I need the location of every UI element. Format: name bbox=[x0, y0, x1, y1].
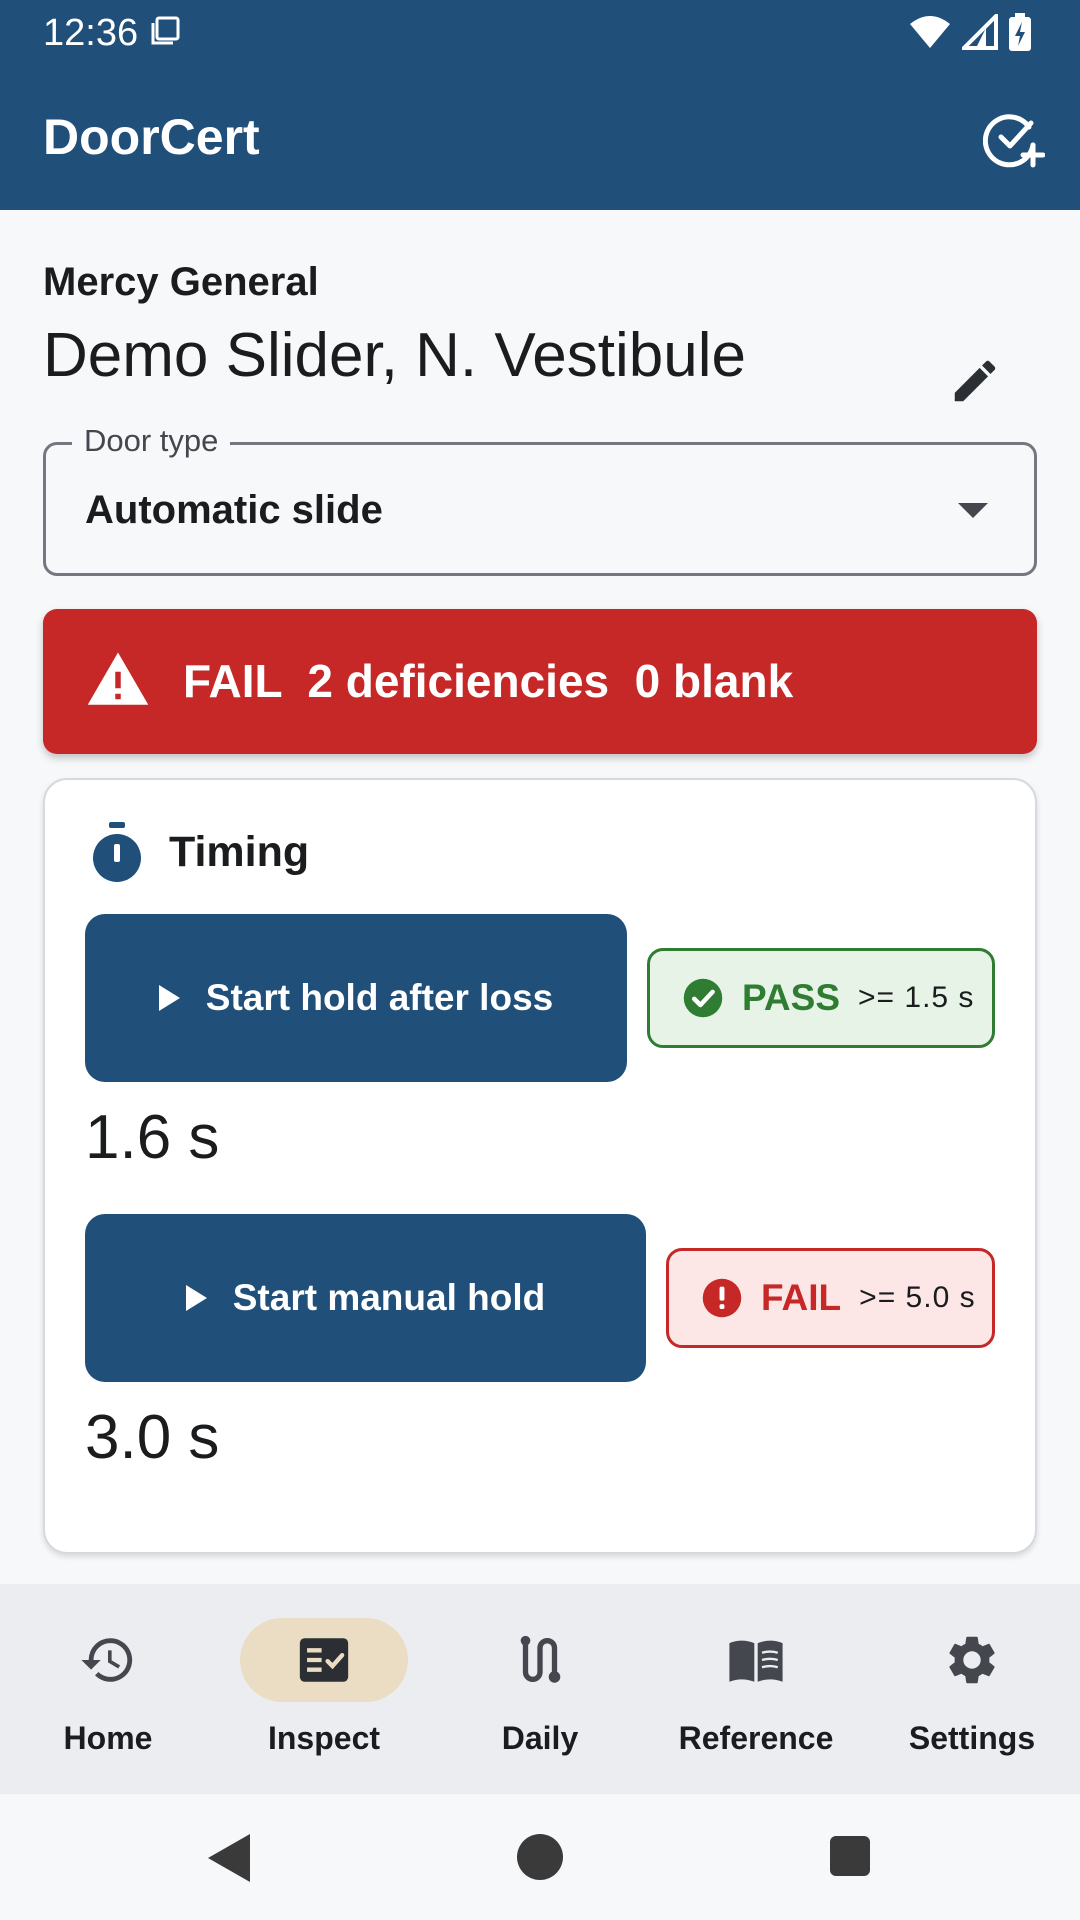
book-icon bbox=[729, 1640, 783, 1682]
cell-signal-icon bbox=[962, 14, 998, 50]
status-time: 12:36 bbox=[43, 12, 139, 54]
battery-charging-icon bbox=[1009, 13, 1031, 51]
nav-indicator bbox=[24, 1618, 192, 1702]
status-icons bbox=[908, 12, 1032, 52]
new-certification-button[interactable] bbox=[976, 100, 1052, 176]
nav-label: Reference bbox=[678, 1720, 834, 1756]
bottom-navigation: Home Inspect Daily Reference Settings bbox=[0, 1584, 1080, 1794]
checklist-icon bbox=[299, 1638, 349, 1682]
start-hold-after-loss-button[interactable]: Start hold after loss bbox=[85, 914, 627, 1082]
timing-title: Timing bbox=[169, 828, 310, 876]
edit-door-button[interactable] bbox=[940, 346, 1010, 416]
timer-button-label: Start hold after loss bbox=[205, 977, 554, 1018]
door-type-value: Automatic slide bbox=[85, 488, 383, 532]
back-icon[interactable] bbox=[208, 1834, 250, 1882]
nav-reference[interactable]: Reference bbox=[648, 1584, 864, 1794]
screen-record-icon bbox=[151, 16, 180, 45]
door-type-label: Door type bbox=[72, 421, 231, 461]
route-icon bbox=[520, 1635, 561, 1683]
nav-home[interactable]: Home bbox=[0, 1584, 216, 1794]
wifi-icon bbox=[910, 16, 950, 48]
nav-daily[interactable]: Daily bbox=[432, 1584, 648, 1794]
result-banner: FAIL 2 deficiencies 0 blank bbox=[43, 609, 1037, 754]
check-circle-add-icon bbox=[983, 114, 1045, 168]
status-badge-pass: PASS >= 1.5 s bbox=[647, 948, 995, 1048]
door-type-dropdown[interactable]: Door type Automatic slide bbox=[43, 421, 1037, 576]
history-icon bbox=[81, 1638, 133, 1682]
pass-status: PASS bbox=[742, 977, 841, 1018]
play-icon bbox=[185, 1285, 207, 1311]
nav-label: Daily bbox=[501, 1720, 579, 1756]
timing-card: Timing Start hold after loss PASS >= 1.5… bbox=[43, 778, 1037, 1554]
result-summary: FAIL 2 deficiencies 0 blank bbox=[183, 655, 794, 707]
home-circle-icon[interactable] bbox=[517, 1834, 563, 1880]
nav-indicator bbox=[888, 1618, 1056, 1702]
timer-button-label: Start manual hold bbox=[232, 1277, 546, 1318]
door-name: Demo Slider, N. Vestibule bbox=[43, 321, 747, 390]
measured-time: 1.6 s bbox=[85, 1103, 220, 1172]
check-circle-icon bbox=[683, 978, 723, 1018]
nav-indicator bbox=[240, 1618, 408, 1702]
nav-label: Settings bbox=[908, 1720, 1036, 1756]
error-icon bbox=[702, 1278, 742, 1318]
start-manual-hold-button[interactable]: Start manual hold bbox=[85, 1214, 646, 1382]
recent-apps-icon[interactable] bbox=[830, 1836, 870, 1876]
fail-threshold: >= 5.0 s bbox=[859, 1281, 976, 1314]
facility-name: Mercy General bbox=[43, 260, 319, 304]
screen: 12:36 DoorCert Mercy General Demo Slider… bbox=[0, 0, 1080, 1920]
pass-threshold: >= 1.5 s bbox=[858, 981, 975, 1014]
play-icon bbox=[158, 985, 180, 1011]
pencil-icon bbox=[954, 360, 996, 402]
caret-down-icon bbox=[958, 503, 988, 518]
gear-icon bbox=[949, 1636, 995, 1684]
warning-icon bbox=[87, 652, 149, 705]
top-app-bar: 12:36 DoorCert bbox=[0, 0, 1080, 210]
nav-inspect[interactable]: Inspect bbox=[216, 1584, 432, 1794]
system-navigation-bar bbox=[0, 1794, 1080, 1920]
status-badge-fail: FAIL >= 5.0 s bbox=[666, 1248, 995, 1348]
measured-time: 3.0 s bbox=[85, 1403, 220, 1472]
stopwatch-icon bbox=[93, 822, 141, 882]
fail-status: FAIL bbox=[761, 1277, 842, 1318]
app-title: DoorCert bbox=[43, 109, 260, 165]
nav-label: Home bbox=[63, 1720, 153, 1756]
nav-indicator bbox=[672, 1618, 840, 1702]
nav-label: Inspect bbox=[267, 1720, 381, 1756]
nav-settings[interactable]: Settings bbox=[864, 1584, 1080, 1794]
nav-indicator bbox=[456, 1618, 624, 1702]
